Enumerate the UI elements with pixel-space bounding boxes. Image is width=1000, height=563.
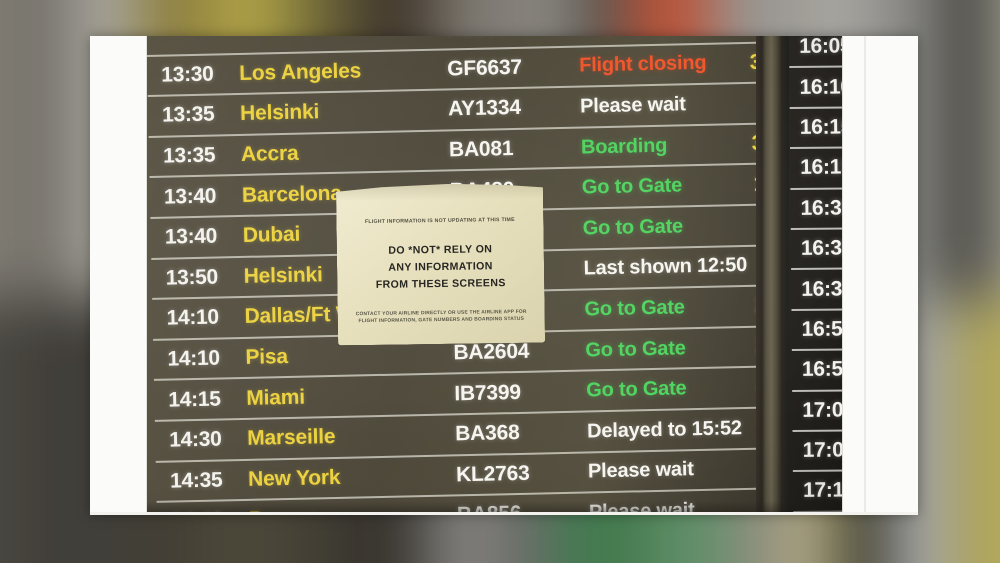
flight-gate: 30 bbox=[749, 50, 756, 74]
flight-number: BA368 bbox=[454, 421, 520, 446]
flight-number: IB7399 bbox=[454, 380, 522, 406]
flight-status: Go to Gate bbox=[584, 296, 685, 321]
flight-gate: 35 bbox=[751, 131, 756, 155]
flight-destination: Barcelona bbox=[844, 235, 918, 260]
flight-status: Please wait bbox=[588, 499, 695, 515]
flight-row: 16:10 Helsinki bbox=[789, 67, 918, 109]
flight-destination: San Francisco bbox=[844, 154, 918, 179]
flight-status: Last shown 12:50 bbox=[583, 254, 748, 280]
secondary-board-rows: 16:05 Newark 16:10 Helsinki 16:15 Las Vegas 16… bbox=[789, 36, 918, 515]
flight-status: Flight closing bbox=[578, 52, 707, 77]
flight-number: KL1005 bbox=[446, 36, 576, 41]
flight-gate: 40 bbox=[746, 375, 756, 400]
paper-notice-do-not-rely: FLIGHT INFORMATION IS NOT UPDATING AT TH… bbox=[336, 183, 545, 346]
flight-destination: Miami bbox=[246, 385, 306, 410]
flight-time: 13:40 bbox=[163, 184, 217, 209]
flight-destination: Los Angeles bbox=[239, 59, 362, 85]
secondary-departures-board: 16:05 Newark 16:10 Helsinki 16:15 Las Vegas 16… bbox=[789, 36, 918, 515]
flight-row: 16:35 Hannover bbox=[790, 188, 918, 230]
notice-main-text: DO *NOT* RELY ON ANY INFORMATION FROM TH… bbox=[345, 240, 537, 294]
flight-row: 16:15 San Francisco bbox=[790, 148, 918, 190]
flight-time: 14:10 bbox=[167, 346, 220, 371]
screenshot-stage: KL1005Flight closing1313:30Los AngelesGF… bbox=[0, 0, 1000, 563]
flight-row: 16:35 Boston bbox=[791, 269, 918, 311]
flight-number: BA081 bbox=[448, 137, 514, 162]
flight-status: Please wait bbox=[587, 458, 694, 483]
notice-footer: CONTACT YOUR AIRLINE DIRECTLY OR USE THE… bbox=[346, 309, 537, 326]
departure-board-photo: KL1005Flight closing1313:30Los AngelesGF… bbox=[90, 36, 918, 515]
notice-line-3: FROM THESE SCREENS bbox=[375, 276, 506, 291]
flight-status: Go to Gate bbox=[581, 174, 683, 199]
flight-destination: Hong Kong bbox=[845, 316, 918, 341]
flight-destination: Hannover bbox=[844, 195, 918, 220]
notice-subheading: FLIGHT INFORMATION IS NOT UPDATING AT TH… bbox=[364, 216, 515, 226]
flight-destination: Prague bbox=[249, 504, 449, 515]
flight-destination: Islamabad bbox=[846, 397, 918, 422]
flight-status: Please wait bbox=[579, 93, 686, 118]
flight-destination: Helsinki bbox=[239, 100, 320, 126]
flight-row: 16:35 Barcelona bbox=[790, 228, 918, 271]
flight-destination: Boston bbox=[845, 276, 917, 301]
flight-destination: Pisa bbox=[245, 345, 289, 369]
flight-time: 13:40 bbox=[164, 224, 218, 249]
flight-number: AY1334 bbox=[447, 96, 522, 121]
flight-number: GF6637 bbox=[446, 55, 523, 81]
flight-number: BA856 bbox=[456, 502, 522, 515]
flight-time: 14:10 bbox=[166, 305, 220, 331]
flight-destination: Tehran bbox=[845, 357, 914, 381]
flight-time: 13:35 bbox=[162, 143, 216, 168]
flight-row: 16:15 Las Vegas bbox=[789, 107, 918, 150]
flight-status: Go to Gate bbox=[585, 336, 686, 362]
flight-row: 17:15New York bbox=[793, 511, 918, 515]
flight-number: KL2763 bbox=[455, 461, 530, 487]
flight-gate: 11 bbox=[753, 171, 756, 196]
flight-status: Flight closing bbox=[578, 36, 748, 37]
flight-destination: Newark bbox=[843, 36, 917, 58]
photo-mat-left bbox=[90, 36, 147, 515]
flight-time: 13:30 bbox=[161, 62, 214, 87]
screen-bezel-divider bbox=[756, 36, 789, 515]
flight-time: 14:30 bbox=[169, 427, 222, 452]
flight-gate: 29 bbox=[745, 334, 757, 359]
flight-gate: 7 bbox=[742, 213, 756, 238]
flight-row: 16:05 Newark bbox=[789, 36, 918, 69]
flight-destination: New York bbox=[247, 465, 341, 491]
flight-status: Delayed to 15:52 bbox=[586, 416, 743, 443]
flight-time: 13:50 bbox=[165, 265, 219, 290]
flight-destination: Las Vegas bbox=[843, 114, 918, 139]
flight-row: 16:50 Hong Kong bbox=[791, 309, 918, 352]
flight-status: Go to Gate bbox=[582, 215, 684, 240]
flight-time: 14:40 bbox=[171, 508, 246, 515]
flight-status: Boarding bbox=[580, 134, 668, 159]
flight-time: 13:35 bbox=[161, 103, 215, 128]
flight-status: Go to Gate bbox=[586, 377, 687, 402]
flight-destination: New York bbox=[846, 437, 918, 462]
flight-gate: 23 bbox=[744, 294, 756, 319]
flight-time: 14:15 bbox=[168, 387, 221, 412]
flight-row: 17:15 Chicago bbox=[792, 471, 918, 513]
flight-time: 14:35 bbox=[169, 468, 223, 493]
flight-destination: Chicago bbox=[846, 478, 918, 502]
flight-destination: Marseille bbox=[246, 425, 336, 451]
notice-footer-line-2: FLIGHT INFORMATION, GATE NUMBERS AND BOA… bbox=[358, 316, 525, 325]
flight-destination: Accra bbox=[240, 141, 299, 167]
flight-destination: Helsinki bbox=[843, 74, 918, 99]
flight-row: 17:00 Islamabad bbox=[792, 390, 918, 432]
flight-row: 16:55 Tehran bbox=[791, 349, 918, 392]
flight-row: 17:05 New York bbox=[792, 430, 918, 473]
